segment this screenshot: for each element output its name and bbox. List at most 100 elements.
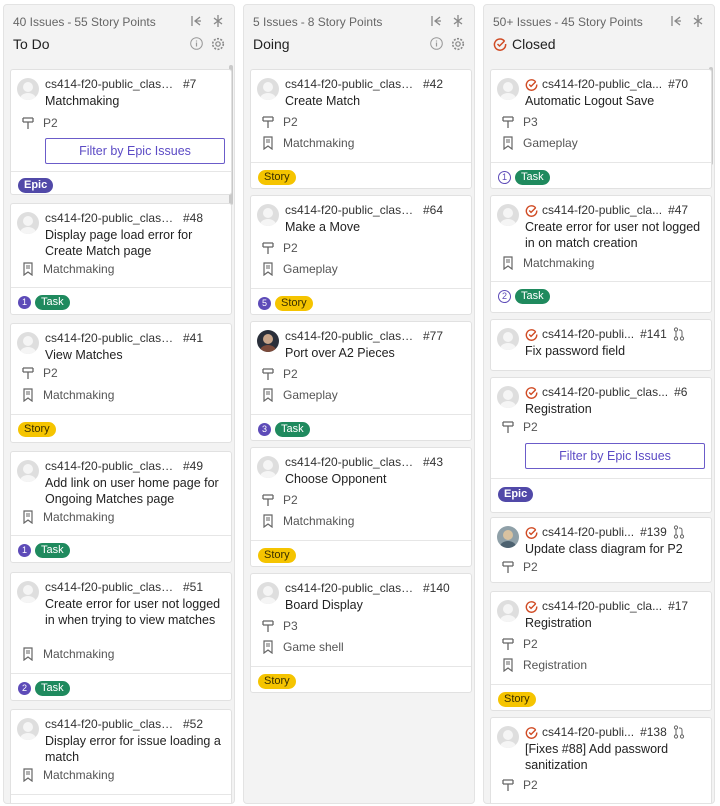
issue-card[interactable]: cs414-f20-public_class_T... #51 Create er… bbox=[10, 572, 232, 701]
story-label[interactable]: Story bbox=[258, 170, 296, 185]
subtask-count: 1 bbox=[498, 171, 511, 184]
card-title[interactable]: Add link on user home page for Ongoing M… bbox=[45, 475, 225, 507]
column-closed: 50+ Issues -45 Story Points Closed cs414-… bbox=[483, 4, 715, 804]
issue-card[interactable]: cs414-f20-public_clas... #6 Registration … bbox=[490, 377, 712, 513]
task-label[interactable]: Task bbox=[515, 170, 550, 185]
subtask-count: 5 bbox=[258, 297, 271, 310]
card-title[interactable]: Port over A2 Pieces bbox=[285, 345, 465, 361]
epic-icon bbox=[261, 388, 275, 402]
task-label[interactable]: Task bbox=[35, 681, 70, 696]
card-title[interactable]: Create error for user not logged in when… bbox=[45, 596, 225, 628]
issue-card[interactable]: cs414-f20-public_class_... #140 Board Dis… bbox=[250, 573, 472, 693]
priority-icon bbox=[21, 366, 35, 380]
gear-icon[interactable] bbox=[211, 37, 225, 51]
issue-card[interactable]: cs414-f20-public_class_Te...#7 Matchmaki… bbox=[10, 69, 232, 195]
story-label[interactable]: Story bbox=[18, 422, 56, 437]
column-header: 40 Issues -55 Story Points To Do bbox=[4, 5, 234, 61]
epic-label[interactable]: Epic bbox=[498, 487, 534, 502]
issue-card[interactable]: cs414-f20-public_cla... #70 Automatic Log… bbox=[490, 69, 712, 189]
epic-icon bbox=[261, 640, 275, 654]
priority-icon bbox=[261, 367, 275, 381]
card-repo: cs414-f20-public_class_T... #41 bbox=[45, 331, 204, 345]
epic-row: Matchmaking bbox=[261, 514, 354, 528]
issue-card[interactable]: cs414-f20-public_class_T... #42 Create Ma… bbox=[250, 69, 472, 189]
story-label[interactable]: Story bbox=[498, 692, 536, 707]
card-title[interactable]: View Matches bbox=[45, 347, 225, 363]
collapse-icon[interactable] bbox=[430, 15, 442, 27]
priority-icon bbox=[261, 241, 275, 255]
closed-issue-icon bbox=[525, 386, 538, 399]
pull-request-icon bbox=[673, 725, 685, 739]
card-repo: cs414-f20-public_class_... #140 bbox=[285, 581, 450, 595]
minimize-icon[interactable] bbox=[452, 15, 464, 27]
avatar bbox=[257, 330, 279, 352]
card-title[interactable]: Registration bbox=[525, 615, 705, 631]
issue-card[interactable]: cs414-f20-public_class_T... #49 Add link … bbox=[10, 451, 232, 563]
collapse-icon[interactable] bbox=[670, 15, 682, 27]
story-label[interactable]: Story bbox=[258, 548, 296, 563]
card-title[interactable]: Display error for issue loading a match bbox=[45, 733, 225, 765]
card-title[interactable]: Automatic Logout Save bbox=[525, 93, 705, 109]
info-icon[interactable] bbox=[430, 37, 443, 51]
task-label[interactable]: Task bbox=[35, 295, 70, 310]
subtask-count: 3 bbox=[258, 423, 271, 436]
task-label[interactable]: Task bbox=[275, 422, 310, 437]
issue-card[interactable]: cs414-f20-public_cla... #47 Create error … bbox=[490, 195, 712, 313]
card-title[interactable]: Board Display bbox=[285, 597, 465, 613]
issue-card[interactable]: cs414-f20-public_class_T... #43 Choose Op… bbox=[250, 447, 472, 567]
story-label[interactable]: Story bbox=[275, 296, 313, 311]
closed-issue-icon bbox=[493, 37, 507, 51]
minimize-icon[interactable] bbox=[692, 15, 704, 27]
minimize-icon[interactable] bbox=[212, 15, 224, 27]
column-doing: 5 Issues -8 Story Points Doing cs414-f20-… bbox=[243, 4, 475, 804]
card-title[interactable]: Create error for user not logged in on m… bbox=[525, 219, 705, 251]
issue-card[interactable]: cs414-f20-publi... #138 [Fixes #88] Add p… bbox=[490, 717, 712, 803]
card-repo: cs414-f20-public_class_T... #42 bbox=[285, 77, 444, 91]
avatar bbox=[17, 212, 39, 234]
info-icon[interactable] bbox=[190, 37, 203, 51]
collapse-icon[interactable] bbox=[190, 15, 202, 27]
card-title[interactable]: [Fixes #88] Add password sanitization bbox=[525, 741, 705, 773]
task-label[interactable]: Task bbox=[515, 289, 550, 304]
column-todo: 40 Issues -55 Story Points To Do cs414-f2… bbox=[3, 4, 235, 804]
issue-card[interactable]: cs414-f20-public_class_T... #48 Display p… bbox=[10, 203, 232, 315]
avatar bbox=[497, 386, 519, 408]
issue-card[interactable]: cs414-f20-public_class_T... #52 Display e… bbox=[10, 709, 232, 803]
epic-icon bbox=[261, 136, 275, 150]
avatar bbox=[17, 581, 39, 603]
priority-row: P2 bbox=[261, 241, 298, 255]
card-repo: cs414-f20-publi... #138 bbox=[525, 725, 705, 739]
issue-card[interactable]: cs414-f20-public_cla... #17 Registration … bbox=[490, 591, 712, 711]
issue-card[interactable]: cs414-f20-public_class_T... #41 View Matc… bbox=[10, 323, 232, 443]
board: 40 Issues -55 Story Points To Do cs414-f2… bbox=[0, 0, 720, 806]
filter-by-epic-button[interactable]: Filter by Epic Issues bbox=[45, 138, 225, 164]
closed-issue-icon bbox=[525, 204, 538, 217]
epic-row: Gameplay bbox=[261, 388, 338, 402]
subtask-count: 2 bbox=[498, 290, 511, 303]
story-points: 45 Story Points bbox=[561, 15, 643, 29]
card-title[interactable]: Update class diagram for P2 bbox=[525, 541, 705, 557]
epic-row: Matchmaking bbox=[261, 136, 354, 150]
issue-card[interactable]: cs414-f20-publi... #139 Update class diag… bbox=[490, 517, 712, 583]
issue-card[interactable]: cs414-f20-public_class_T... #64 Make a Mo… bbox=[250, 195, 472, 315]
priority-row: P2 bbox=[501, 560, 538, 574]
story-label[interactable]: Story bbox=[258, 674, 296, 689]
gear-icon[interactable] bbox=[451, 37, 465, 51]
card-title[interactable]: Create Match bbox=[285, 93, 465, 109]
card-title[interactable]: Registration bbox=[525, 401, 705, 417]
priority-row: P2 bbox=[501, 420, 538, 434]
epic-label[interactable]: Epic bbox=[18, 178, 54, 193]
card-title[interactable]: Display page load error for Create Match… bbox=[45, 227, 225, 259]
issue-card[interactable]: cs414-f20-publi... #141 Fix password fiel… bbox=[490, 319, 712, 371]
epic-row: Matchmaking bbox=[501, 256, 594, 270]
column-header: 5 Issues -8 Story Points Doing bbox=[244, 5, 474, 61]
task-label[interactable]: Task bbox=[35, 543, 70, 558]
card-title[interactable]: Matchmaking bbox=[45, 93, 225, 109]
card-title[interactable]: Make a Move bbox=[285, 219, 465, 235]
card-title[interactable]: Fix password field bbox=[525, 343, 705, 359]
card-repo: cs414-f20-public_class_T... #52 bbox=[45, 717, 204, 731]
issue-card[interactable]: cs414-f20-public_class_T... #77 Port over… bbox=[250, 321, 472, 441]
filter-by-epic-button[interactable]: Filter by Epic Issues bbox=[525, 443, 705, 469]
card-title[interactable]: Choose Opponent bbox=[285, 471, 465, 487]
closed-issue-icon bbox=[525, 328, 538, 341]
